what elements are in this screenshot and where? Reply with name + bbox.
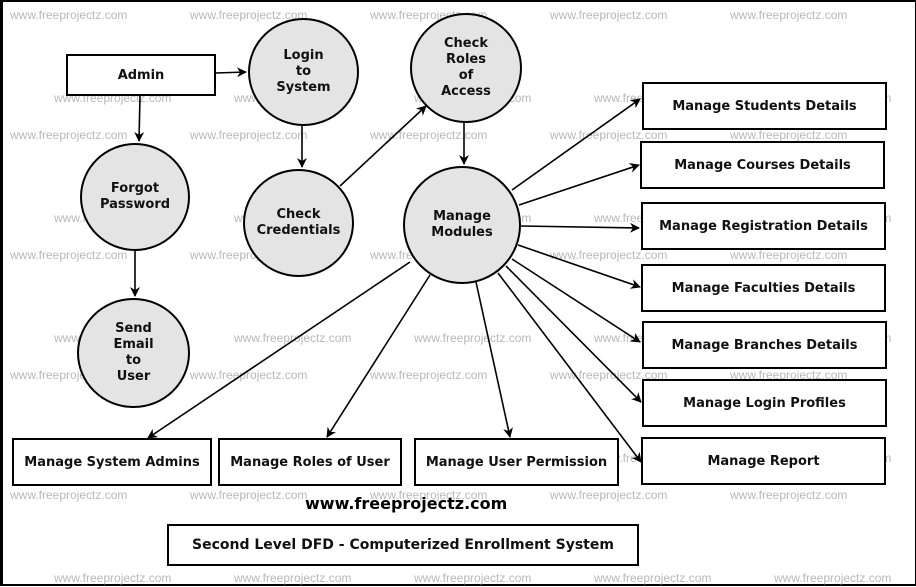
flow-arrow-modules-to-courses	[518, 163, 640, 206]
process-send-email-to-user[interactable]: Send Email to User	[77, 298, 190, 408]
flow-arrow-admin-to-forgot-password	[134, 95, 145, 142]
entity-manage-branches-details[interactable]: Manage Branches Details	[642, 321, 887, 369]
entity-manage-report[interactable]: Manage Report	[641, 437, 886, 485]
process-login-to-system[interactable]: Login to System	[248, 18, 359, 126]
flow-arrow-modules-to-students	[511, 98, 641, 191]
flow-arrow-modules-to-branches	[511, 258, 641, 343]
entity-manage-courses-details[interactable]: Manage Courses Details	[640, 141, 885, 189]
entity-manage-system-admins[interactable]: Manage System Admins	[12, 438, 212, 486]
flow-arrow-modules-to-permission	[475, 281, 513, 438]
entity-manage-faculties-details[interactable]: Manage Faculties Details	[641, 264, 886, 312]
entity-manage-roles-of-user[interactable]: Manage Roles of User	[218, 438, 402, 486]
process-forgot-password[interactable]: Forgot Password	[80, 143, 190, 251]
flow-arrow-modules-to-report	[497, 272, 642, 463]
process-manage-modules[interactable]: Manage Modules	[403, 166, 521, 284]
process-check-credentials[interactable]: Check Credentials	[243, 169, 354, 277]
flow-arrow-modules-to-registration	[520, 222, 640, 233]
entity-manage-login-profiles[interactable]: Manage Login Profiles	[642, 379, 887, 427]
flow-arrow-admin-to-login	[215, 67, 247, 78]
website-label[interactable]: www.freeprojectz.com	[305, 494, 507, 513]
entity-admin[interactable]: Admin	[66, 54, 216, 96]
flow-arrow-modules-to-login-profiles	[505, 265, 642, 403]
flow-arrow-modules-to-roles	[326, 274, 431, 438]
flow-arrow-modules-to-faculties	[517, 244, 641, 289]
entity-manage-user-permission[interactable]: Manage User Permission	[414, 438, 619, 486]
entity-manage-students-details[interactable]: Manage Students Details	[642, 82, 887, 130]
entity-manage-registration-details[interactable]: Manage Registration Details	[641, 202, 886, 250]
diagram-title: Second Level DFD - Computerized Enrollme…	[167, 524, 639, 566]
flow-arrow-check-credentials-to-check-roles	[339, 105, 427, 187]
process-check-roles-of-access[interactable]: Check Roles of Access	[410, 13, 522, 123]
